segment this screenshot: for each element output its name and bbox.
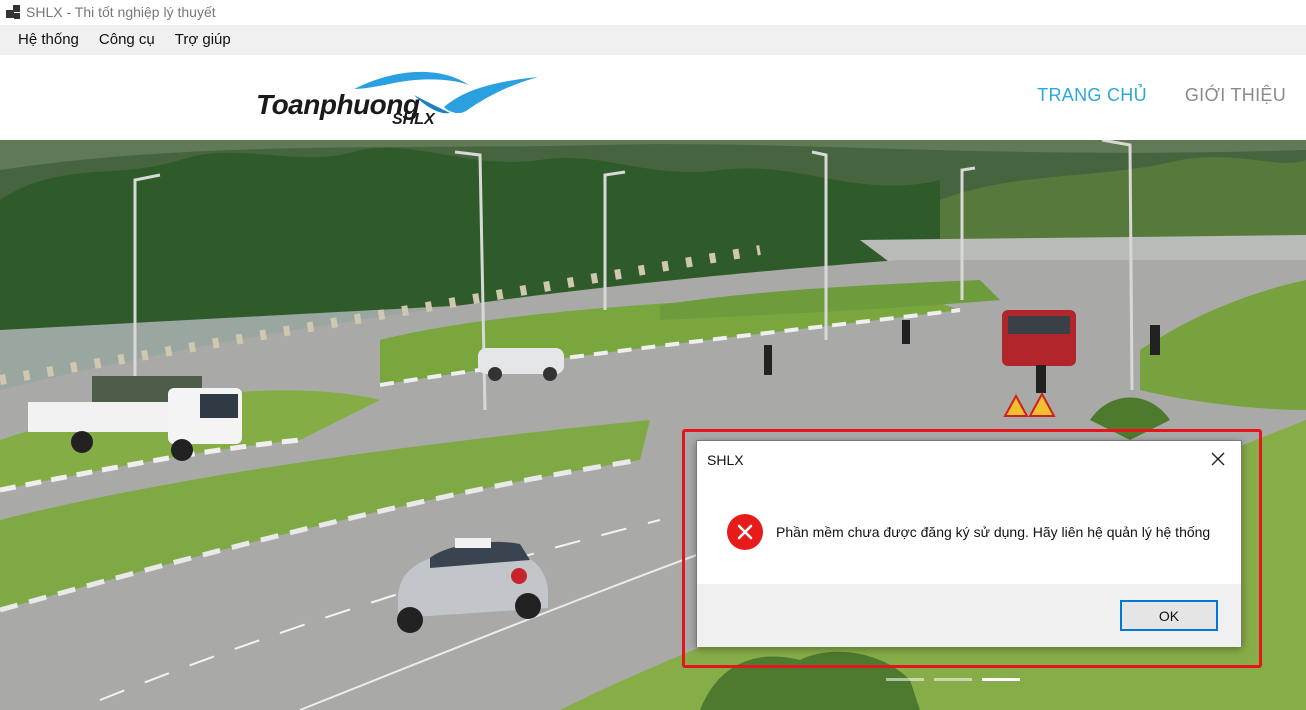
error-icon <box>727 514 763 550</box>
menu-item-he-thong[interactable]: Hệ thống <box>8 25 89 55</box>
nav-gioi-thieu[interactable]: GIỚI THIỆU <box>1185 85 1286 106</box>
slider-dot-2[interactable] <box>934 678 972 681</box>
dialog-body: Phần mềm chưa được đăng ký sử dụng. Hãy … <box>697 481 1241 584</box>
app-window-icon <box>4 3 22 21</box>
dialog-title: SHLX <box>707 452 744 468</box>
slider-dot-1[interactable] <box>886 678 924 681</box>
ok-button[interactable]: OK <box>1120 600 1218 631</box>
menu-item-tro-giup[interactable]: Trợ giúp <box>165 25 241 55</box>
slider-dot-3-active[interactable] <box>982 678 1020 681</box>
slider-pagination <box>886 678 1020 681</box>
site-header: Toanphuong SHLX TRANG CHỦ GIỚI THIỆU <box>0 55 1306 140</box>
menu-bar: Hệ thống Công cụ Trợ giúp <box>0 25 1306 55</box>
menu-item-cong-cu[interactable]: Công cụ <box>89 25 165 55</box>
close-icon[interactable] <box>1195 441 1241 477</box>
dialog-message: Phần mềm chưa được đăng ký sử dụng. Hãy … <box>776 524 1211 540</box>
logo-sub-text: SHLX <box>392 111 435 128</box>
dialog-footer: OK <box>697 584 1241 647</box>
window-title: SHLX - Thi tốt nghiệp lý thuyết <box>26 4 216 20</box>
main-nav: TRANG CHỦ GIỚI THIỆU <box>1037 85 1286 106</box>
site-logo[interactable]: Toanphuong SHLX <box>254 67 544 131</box>
nav-trang-chu[interactable]: TRANG CHỦ <box>1037 85 1147 106</box>
window-titlebar: SHLX - Thi tốt nghiệp lý thuyết <box>0 0 1306 24</box>
error-dialog: SHLX Phần mềm chưa được đăng ký sử dụng.… <box>696 440 1242 647</box>
